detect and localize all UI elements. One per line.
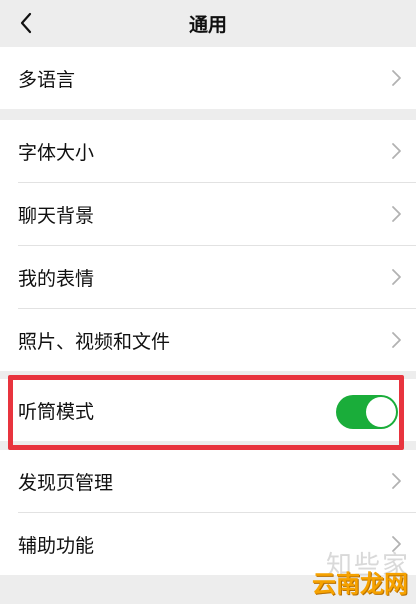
- settings-item-label: 辅助功能: [18, 534, 95, 557]
- navigation-bar: 通用: [0, 0, 416, 47]
- settings-item-label: 多语言: [18, 68, 76, 91]
- settings-item-font-size[interactable]: 字体大小: [0, 120, 416, 182]
- settings-group-display: 字体大小 聊天背景 我的表情 照片、视频和文件: [0, 120, 416, 371]
- back-button[interactable]: [12, 9, 40, 37]
- chevron-right-icon: [392, 473, 401, 489]
- chevron-right-icon: [392, 269, 401, 285]
- settings-item-my-stickers[interactable]: 我的表情: [0, 246, 416, 308]
- settings-item-label: 我的表情: [18, 267, 95, 290]
- settings-item-photos-videos-files[interactable]: 照片、视频和文件: [0, 309, 416, 371]
- watermark-logo-text: 云南龙网: [312, 570, 408, 598]
- settings-item-label: 发现页管理: [18, 471, 114, 494]
- chevron-right-icon: [392, 70, 401, 86]
- highlight-annotation: [8, 375, 404, 450]
- settings-item-language[interactable]: 多语言: [0, 47, 416, 109]
- settings-group-language: 多语言: [0, 47, 416, 109]
- settings-item-label: 聊天背景: [18, 204, 95, 227]
- chevron-right-icon: [392, 143, 401, 159]
- chevron-left-icon: [20, 12, 32, 34]
- settings-item-label: 字体大小: [18, 141, 95, 164]
- settings-item-label: 照片、视频和文件: [18, 330, 171, 353]
- page-title: 通用: [188, 14, 227, 36]
- settings-item-chat-background[interactable]: 聊天背景: [0, 183, 416, 245]
- chevron-right-icon: [392, 332, 401, 348]
- settings-item-discover-management[interactable]: 发现页管理: [0, 450, 416, 512]
- chevron-right-icon: [392, 206, 401, 222]
